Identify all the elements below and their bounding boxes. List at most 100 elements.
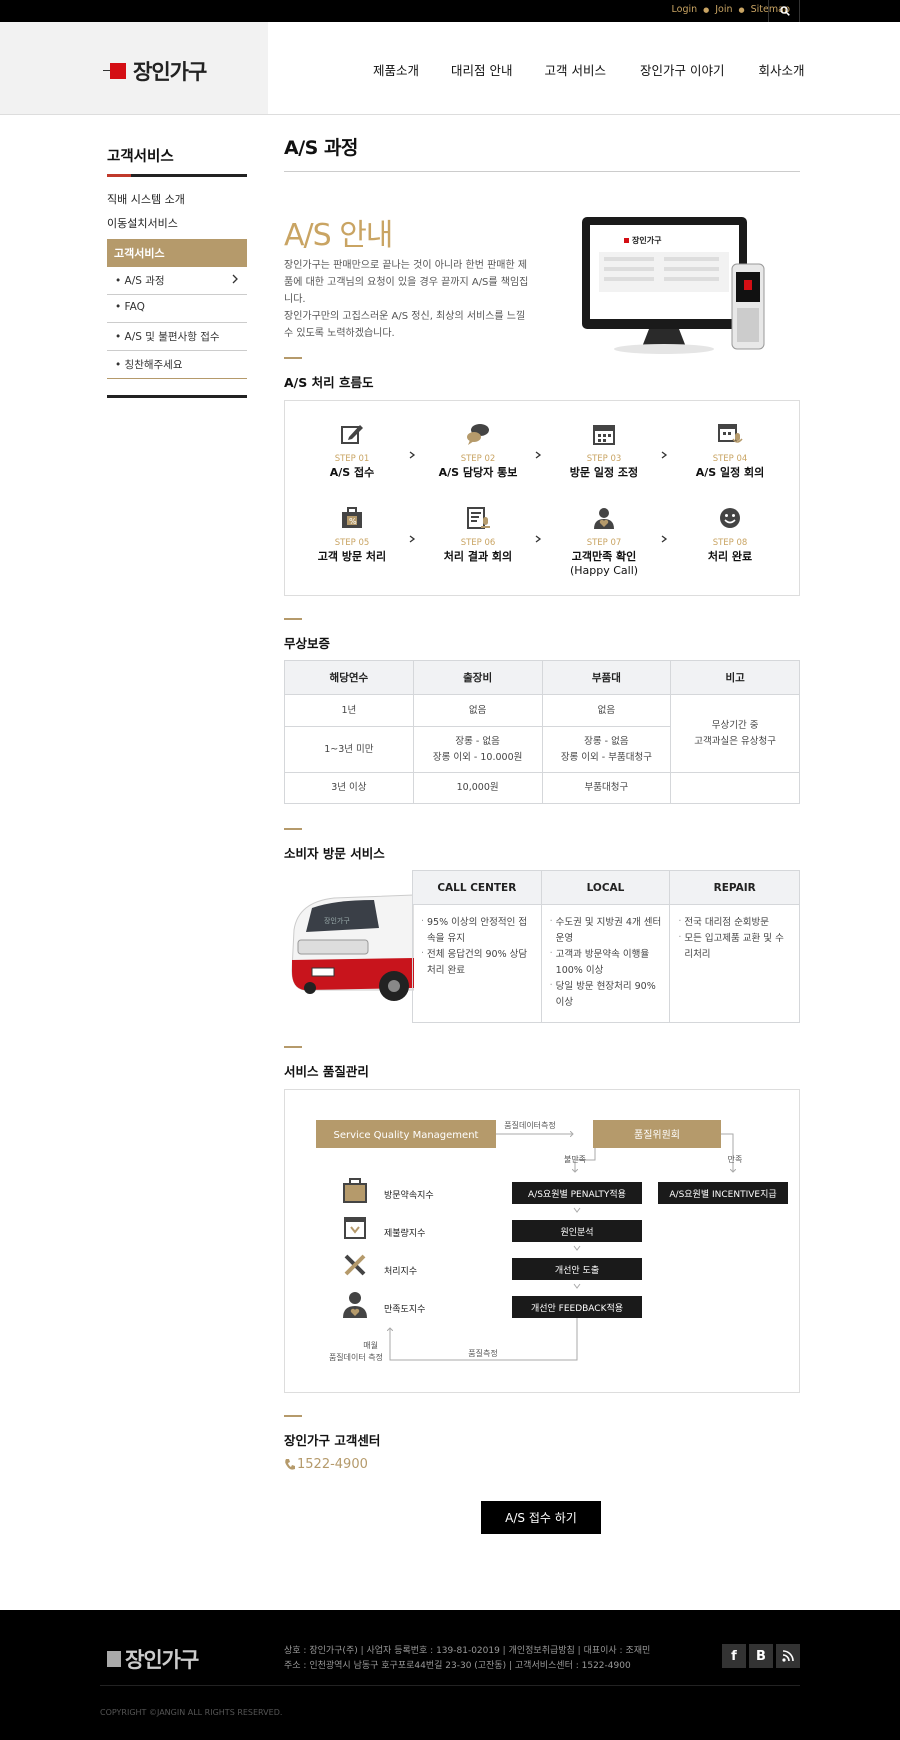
site-logo[interactable]: 장인가구 xyxy=(103,56,207,86)
as-request-button[interactable]: A/S 접수 하기 xyxy=(481,1501,601,1534)
phone-icon xyxy=(285,1459,295,1470)
table-cell: 수도권 및 지방권 4개 센터 운영 고객과 방문약속 이행율 100% 이상 … xyxy=(540,904,671,1023)
flow-step-6: STEP 06 처리 결과 회의 xyxy=(423,505,533,564)
person-heart-icon xyxy=(343,1292,367,1318)
tools-icon xyxy=(344,1254,366,1276)
table-cell: 1년 xyxy=(284,694,414,727)
main-nav: 제품소개 대리점 안내 고객 서비스 장인가구 이야기 회사소개 xyxy=(373,60,804,79)
center-phone[interactable]: 1522-4900 xyxy=(284,1457,368,1472)
login-link[interactable]: Login xyxy=(672,4,698,15)
dissatisfied-label: 불만족 xyxy=(564,1154,586,1164)
chevron-right-icon xyxy=(535,451,542,459)
sidebar-item-relocation[interactable]: 이동설치서비스 xyxy=(107,215,247,231)
as-flow-chart: STEP 01 A/S 접수 STEP 02 A/S 담당자 통보 STEP 0… xyxy=(284,400,800,596)
nav-dealers[interactable]: 대리점 안내 xyxy=(451,60,512,79)
step-label: A/S 담당자 통보 xyxy=(438,466,518,479)
separator-dot: ● xyxy=(703,5,710,14)
list-item: 당일 방문 현장처리 90% 이상 xyxy=(550,978,662,1011)
step-label: 처리 결과 회의 xyxy=(443,550,513,563)
blog-icon[interactable]: B xyxy=(749,1644,773,1668)
step-number: STEP 08 xyxy=(712,538,748,548)
table-row: 95% 이상의 안정적인 접속을 유지 전체 응답건의 90% 상담 처리 완료… xyxy=(412,904,800,1023)
table-cell: 없음 xyxy=(541,694,672,727)
monthly-label-1: 매월 xyxy=(363,1340,378,1350)
table-cell-note: 무상기간 중 고객과실은 유상청구 xyxy=(670,694,800,773)
table-cell: 없음 xyxy=(412,694,543,727)
join-link[interactable]: Join xyxy=(715,4,732,15)
step-number: STEP 01 xyxy=(334,454,370,464)
footer-divider xyxy=(100,1685,800,1686)
step-label: 처리 완료 xyxy=(707,550,753,563)
flow-step-3: STEP 03 방문 일정 조정 xyxy=(549,421,659,480)
bag-icon xyxy=(343,1178,367,1203)
sns-links: f B xyxy=(722,1644,800,1668)
person-heart-icon xyxy=(594,508,614,529)
footer-logo[interactable]: 장인가구 xyxy=(107,1644,199,1674)
flow-step-1: STEP 01 A/S 접수 xyxy=(297,421,407,480)
nav-story[interactable]: 장인가구 이야기 xyxy=(640,60,724,79)
flow-step-2: STEP 02 A/S 담당자 통보 xyxy=(423,421,533,480)
nav-customer-service[interactable]: 고객 서비스 xyxy=(545,60,606,79)
sidebar-sub-complaint[interactable]: • A/S 및 불편사항 접수 xyxy=(107,323,247,351)
feedback-label: 개선안 FEEDBACK적용 xyxy=(531,1302,623,1314)
committee-label: 품질위원회 xyxy=(634,1128,680,1141)
site-header: 장인가구 제품소개 대리점 안내 고객 서비스 장인가구 이야기 회사소개 xyxy=(0,22,900,115)
list-item: 전국 대리점 순회방문 xyxy=(678,914,791,931)
footer-info: 상호 : 장인가구(주) | 사업자 등록번호 : 139-81-02019 |… xyxy=(284,1644,650,1674)
sidebar-end-line xyxy=(107,395,247,398)
table-header: 출장비 xyxy=(412,660,543,695)
separator-dot: ● xyxy=(738,5,745,14)
edit-icon xyxy=(341,425,363,444)
index-label: 만족도지수 xyxy=(384,1304,425,1315)
chevron-right-icon xyxy=(409,535,416,543)
index-label: 방문약속지수 xyxy=(384,1189,434,1201)
chevron-right-icon xyxy=(232,274,238,284)
nav-products[interactable]: 제품소개 xyxy=(373,60,419,79)
index-label: 제불량지수 xyxy=(384,1227,425,1239)
list-item: 95% 이상의 안정적인 접속을 유지 xyxy=(421,914,533,947)
sidebar-item-customer-service[interactable]: 고객서비스 xyxy=(107,239,247,267)
cause-label: 원인분석 xyxy=(560,1227,593,1238)
table-header: CALL CENTER xyxy=(412,870,542,905)
quality-heading: 서비스 품질관리 xyxy=(284,1046,369,1080)
table-row: 3년 이상 10,000원 부품대청구 xyxy=(284,772,800,804)
sidebar-sub-faq[interactable]: • FAQ xyxy=(107,295,247,323)
warranty-heading: 무상보증 xyxy=(284,618,330,652)
step-label: A/S 접수 xyxy=(329,466,375,479)
rss-icon[interactable] xyxy=(776,1644,800,1668)
flow-step-7: STEP 07 고객만족 확인 (Happy Call) xyxy=(549,505,659,578)
step-number: STEP 06 xyxy=(460,538,496,548)
monthly-label-2: 품질데이터 측정 xyxy=(329,1352,383,1362)
table-cell: 1~3년 미만 xyxy=(284,726,414,773)
flow-step-4: STEP 04 A/S 일정 회의 xyxy=(675,421,785,480)
quality-diagram-svg: Service Quality Management 품질데이터측정 품질위원회… xyxy=(316,1120,788,1362)
search-button[interactable] xyxy=(768,0,800,22)
table-cell: 95% 이상의 안정적인 접속을 유지 전체 응답건의 90% 상담 처리 완료 xyxy=(412,904,542,1023)
table-cell: 전국 대리점 순회방문 모든 입고제품 교환 및 수리처리 xyxy=(669,904,800,1023)
step-number: STEP 03 xyxy=(586,454,622,464)
step-number: STEP 04 xyxy=(712,454,748,464)
visit-heading: 소비자 방문 서비스 xyxy=(284,828,385,862)
calendar-icon xyxy=(593,425,615,445)
sidebar-submenu: • A/S 과정 • FAQ • A/S 및 불편사항 접수 • 칭찬해주세요 xyxy=(107,267,247,379)
step-label: 고객만족 확인 (Happy Call) xyxy=(569,550,639,577)
van-logo: 장인가구 xyxy=(324,916,350,925)
center-heading: 장인가구 고객센터 xyxy=(284,1415,380,1449)
sidebar-sub-praise[interactable]: • 칭찬해주세요 xyxy=(107,351,247,379)
flow-heading: A/S 처리 흐름도 xyxy=(284,357,373,391)
sidebar-title: 고객서비스 xyxy=(107,145,247,177)
bag-icon: % xyxy=(342,507,362,528)
list-item: 수도권 및 지방권 4개 센터 운영 xyxy=(550,914,662,947)
sidebar-item-direct-delivery[interactable]: 직배 시스템 소개 xyxy=(107,191,247,207)
nav-company[interactable]: 회사소개 xyxy=(758,60,804,79)
table-header: REPAIR xyxy=(669,870,800,905)
search-icon xyxy=(780,6,790,16)
step-label: 고객 방문 처리 xyxy=(317,550,387,563)
sidebar-sub-as-process[interactable]: • A/S 과정 xyxy=(107,267,247,295)
service-van-image: 장인가구 xyxy=(291,894,414,1001)
phone-number: 1522-4900 xyxy=(297,1457,368,1472)
table-cell: 3년 이상 xyxy=(284,772,414,804)
facebook-icon[interactable]: f xyxy=(722,1644,746,1668)
step-number: STEP 07 xyxy=(586,538,622,548)
site-footer: 장인가구 상호 : 장인가구(주) | 사업자 등록번호 : 139-81-02… xyxy=(0,1610,900,1740)
